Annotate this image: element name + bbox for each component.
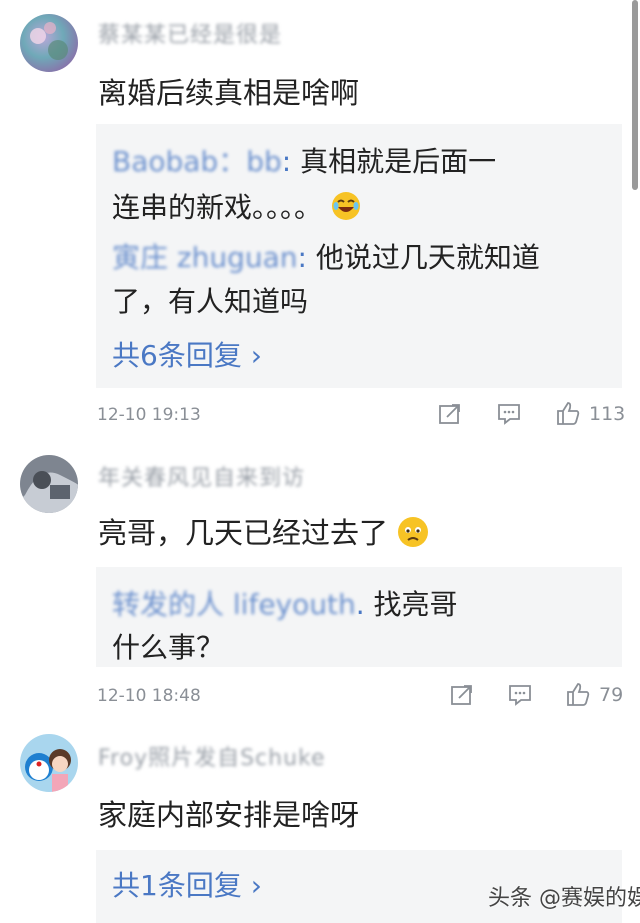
scrollbar[interactable] xyxy=(632,0,638,190)
reply-text-cont: 什么事？ xyxy=(112,631,225,664)
comment-icon[interactable] xyxy=(508,684,532,710)
avatar[interactable] xyxy=(20,734,78,792)
thumbs-up-icon[interactable] xyxy=(565,681,591,711)
reply-separator: : xyxy=(297,241,307,274)
reply-separator: . xyxy=(355,588,365,621)
share-icon[interactable] xyxy=(438,403,462,429)
comment-timestamp: 12-10 18:48 xyxy=(97,686,201,706)
reply-text-cont: 了，有人知道吗 xyxy=(112,285,309,318)
reply-username[interactable]: 转发的人 lifeyouth xyxy=(112,588,356,621)
reply-separator: : xyxy=(281,145,292,178)
worried-emoji-icon xyxy=(397,516,429,555)
reply-line-cont: 了，有人知道吗 xyxy=(112,280,308,320)
reply-line: Baobab：bb: 真相就是后面一 xyxy=(112,140,496,180)
comment-username[interactable]: 蔡某某已经是很是 xyxy=(98,17,282,49)
reply-line-cont: 连串的新戏。。。。 xyxy=(112,186,361,228)
like-count: 79 xyxy=(599,684,624,706)
reply-line-cont: 什么事？ xyxy=(112,626,224,666)
reply-box[interactable]: 转发的人 lifeyouth. 找亮哥 什么事？ xyxy=(96,567,622,667)
comment-text: 亮哥，几天已经过去了 xyxy=(98,510,429,555)
reply-line: 寅庄 zhuguan: 他说过几天就知道 xyxy=(112,236,540,276)
avatar-image xyxy=(20,734,78,792)
reply-line: 转发的人 lifeyouth. 找亮哥 xyxy=(112,583,458,623)
comment-text: 家庭内部安排是啥呀 xyxy=(98,798,360,832)
avatar[interactable] xyxy=(20,14,78,72)
reply-text: 找亮哥 xyxy=(364,588,458,621)
reply-text-cont: 连串的新戏。。。。 xyxy=(112,191,323,224)
thumbs-up-icon[interactable] xyxy=(555,400,581,430)
laughing-emoji-icon xyxy=(331,191,361,228)
more-replies-link[interactable]: 共1条回复 › xyxy=(112,864,262,904)
comment-text: 离婚后续真相是啥啊 xyxy=(98,76,360,110)
comment-username[interactable]: 年关春风见自来到访 xyxy=(98,460,305,492)
reply-box[interactable]: Baobab：bb: 真相就是后面一 连串的新戏。。。。 寅庄 zhuguan:… xyxy=(96,124,622,388)
comment-icon[interactable] xyxy=(497,403,521,429)
avatar[interactable] xyxy=(20,455,78,513)
reply-username[interactable]: 寅庄 zhuguan xyxy=(112,241,298,274)
watermark: 头条 @赛娱的娱乐 xyxy=(488,886,640,911)
share-icon[interactable] xyxy=(450,684,474,710)
reply-text: 真相就是后面一 xyxy=(291,145,497,178)
like-count: 113 xyxy=(589,403,626,425)
comment-username[interactable]: Froy照片发自Schuke xyxy=(98,740,326,772)
reply-text: 他说过几天就知道 xyxy=(306,241,540,274)
comment-text-content: 亮哥，几天已经过去了 xyxy=(98,516,389,550)
comment-timestamp: 12-10 19:13 xyxy=(97,405,201,425)
more-replies-link[interactable]: 共6条回复 › xyxy=(112,334,262,374)
reply-username[interactable]: Baobab：bb xyxy=(112,145,282,178)
avatar-image xyxy=(20,14,78,72)
avatar-image xyxy=(20,455,78,513)
